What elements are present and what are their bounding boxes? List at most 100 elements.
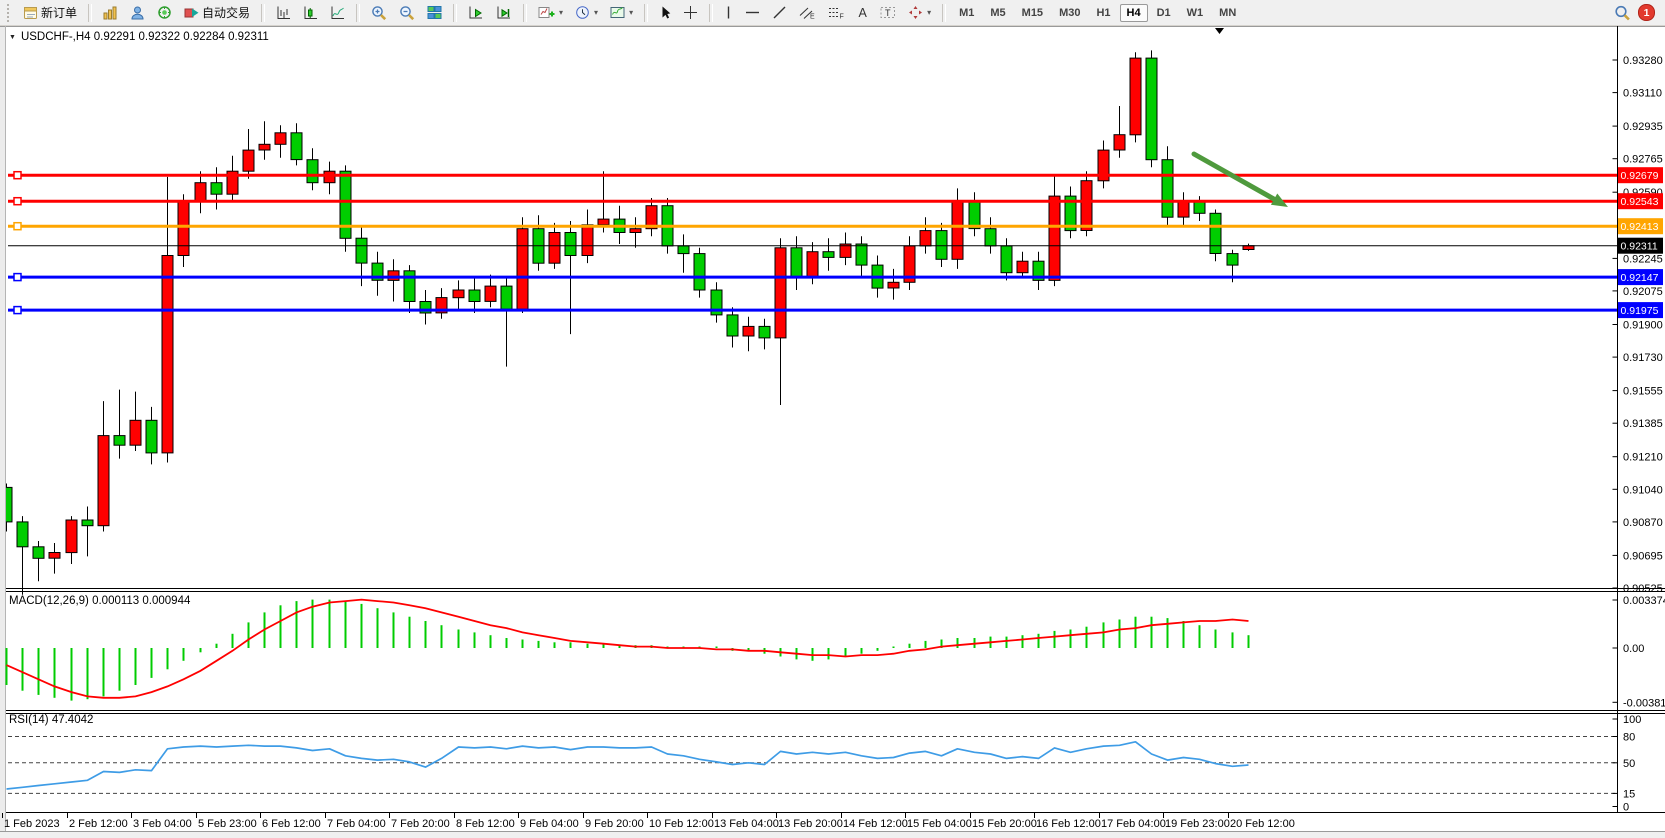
price-tick-label: 0.91900 [1623, 320, 1663, 332]
price-tick-label: 0.91210 [1623, 452, 1663, 464]
candle-body [565, 233, 576, 256]
price-tick-label: 0.91385 [1623, 418, 1663, 430]
candle-body [630, 229, 641, 233]
candle-body [17, 522, 28, 547]
candle-body [969, 202, 980, 229]
time-tick-label: 17 Feb 04:00 [1101, 818, 1166, 830]
price-tick-label: 0.91730 [1623, 352, 1663, 364]
candle-body [291, 133, 302, 160]
candle-body [469, 290, 480, 302]
candle-body [727, 315, 738, 336]
time-tick-label: 1 Feb 2023 [4, 818, 60, 830]
time-tick-label: 9 Feb 04:00 [520, 818, 579, 830]
candle-body [356, 238, 367, 263]
candle-body [1146, 58, 1157, 160]
time-tick-label: 6 Feb 12:00 [262, 818, 321, 830]
time-tick-label: 14 Feb 12:00 [843, 818, 908, 830]
price-tick-label: 0.93280 [1623, 55, 1663, 67]
hline-handle[interactable] [14, 172, 21, 179]
price-badge-label: 0.92679 [1621, 170, 1659, 182]
chart-canvas[interactable]: 0.932800.931100.929350.927650.925900.922… [0, 0, 1665, 838]
candle-body [1243, 246, 1254, 250]
hline-handle[interactable] [14, 307, 21, 314]
candle-body [211, 183, 222, 195]
candle-body [1178, 202, 1189, 217]
candle-body [775, 248, 786, 338]
time-tick-label: 15 Feb 20:00 [972, 818, 1037, 830]
price-tick-label: 0.92075 [1623, 286, 1663, 298]
macd-axis-label: 0.00 [1623, 643, 1644, 655]
time-tick-label: 7 Feb 20:00 [391, 818, 450, 830]
candle-body [259, 144, 270, 150]
time-tick-label: 13 Feb 20:00 [778, 818, 843, 830]
candle-body [1049, 196, 1060, 280]
candle-body [404, 271, 415, 302]
candle-body [1162, 160, 1173, 218]
time-tick-label: 20 Feb 12:00 [1230, 818, 1295, 830]
hline-handle[interactable] [14, 198, 21, 205]
candle-body [743, 326, 754, 336]
price-badge-label: 0.92311 [1621, 241, 1658, 253]
candle-body [501, 286, 512, 309]
price-tick-label: 0.90695 [1623, 550, 1663, 562]
price-tick-label: 0.90870 [1623, 517, 1663, 529]
candle-body [888, 282, 899, 288]
candle-body [694, 254, 705, 290]
candle-body [98, 436, 109, 526]
candle-body [275, 133, 286, 145]
candle-body [1227, 254, 1238, 266]
candle-body [598, 219, 609, 225]
candle-body [178, 202, 189, 256]
candle-body [49, 553, 60, 559]
candle-body [582, 225, 593, 256]
time-tick-label: 13 Feb 04:00 [714, 818, 779, 830]
rsi-axis-label: 50 [1623, 758, 1635, 770]
candle-body [195, 183, 206, 202]
candle-body [33, 547, 44, 559]
candle-body [388, 271, 399, 281]
rsi-axis-label: 80 [1623, 732, 1635, 744]
price-tick-label: 0.91555 [1623, 386, 1663, 398]
candle-body [340, 171, 351, 238]
candle-body [936, 231, 947, 260]
hline-handle[interactable] [14, 274, 21, 281]
candle-body [678, 246, 689, 254]
rsi-axis-label: 15 [1623, 788, 1635, 800]
time-tick-label: 10 Feb 12:00 [649, 818, 714, 830]
candle-body [759, 326, 770, 338]
candle-body [807, 252, 818, 277]
rsi-axis-label: 100 [1623, 714, 1641, 726]
candle-body [1130, 58, 1141, 135]
candle-body [856, 244, 867, 265]
candle-body [1194, 202, 1205, 214]
price-tick-label: 0.93110 [1623, 88, 1662, 100]
candle-body [243, 150, 254, 171]
candle-body [453, 290, 464, 298]
macd-axis-label: -0.003819 [1623, 697, 1665, 709]
candle-body [66, 520, 77, 553]
price-tick-label: 0.91040 [1623, 484, 1663, 496]
window-left-strip [0, 27, 5, 831]
time-tick-label: 16 Feb 12:00 [1036, 818, 1101, 830]
candle-body [82, 520, 93, 526]
price-badge-label: 0.91975 [1621, 305, 1659, 317]
time-tick-label: 15 Feb 04:00 [907, 818, 972, 830]
candle-body [146, 420, 157, 453]
candle-body [162, 256, 173, 453]
candle-body [485, 286, 496, 301]
price-tick-label: 0.92765 [1623, 154, 1663, 166]
candle-body [1210, 213, 1221, 253]
chart-background [0, 26, 1665, 832]
candle-body [791, 248, 802, 277]
candle-body [952, 202, 963, 259]
candle-body [307, 160, 318, 183]
hline-handle[interactable] [14, 223, 21, 230]
candle-body [920, 231, 931, 246]
candle-body [823, 252, 834, 258]
price-badge-label: 0.92543 [1621, 196, 1659, 208]
price-badge-label: 0.92147 [1621, 272, 1659, 284]
candle-body [324, 171, 335, 183]
price-tick-label: 0.92245 [1623, 253, 1663, 265]
rsi-axis-label: 0 [1623, 802, 1629, 814]
time-tick-label: 8 Feb 12:00 [456, 818, 515, 830]
